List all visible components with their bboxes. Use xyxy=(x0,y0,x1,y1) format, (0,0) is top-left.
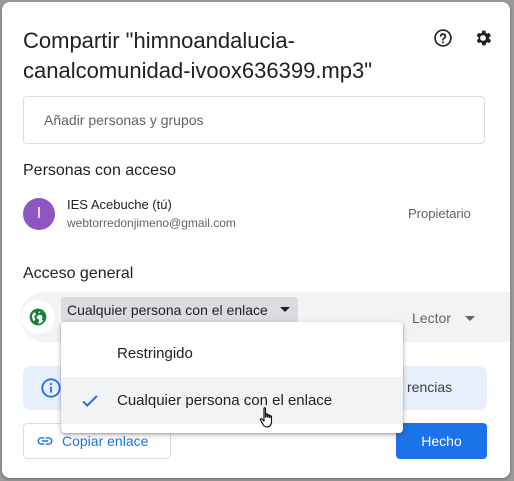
gear-icon xyxy=(476,30,492,46)
general-access-select[interactable]: Cualquier persona con el enlace xyxy=(61,297,298,322)
menu-item-anyone-with-link[interactable]: Cualquier persona con el enlace xyxy=(61,377,403,424)
access-role-select[interactable]: Lector xyxy=(412,310,475,326)
info-banner-text: rencias xyxy=(407,379,453,395)
people-section-title: Personas con acceso xyxy=(23,162,176,179)
menu-item-restricted[interactable]: Restringido xyxy=(61,330,403,377)
info-icon xyxy=(41,378,61,398)
menu-item-label: Cualquier persona con el enlace xyxy=(117,392,333,409)
general-access-menu: Restringido Cualquier persona con el enl… xyxy=(61,322,403,433)
share-dialog: Compartir "himnoandalucia-canalcomunidad… xyxy=(2,2,510,478)
add-people-input[interactable] xyxy=(23,96,485,144)
menu-item-label: Restringido xyxy=(117,345,193,362)
dialog-title: Compartir "himnoandalucia-canalcomunidad… xyxy=(23,28,373,83)
person-email: webtorredonjimeno@gmail.com xyxy=(67,216,236,230)
help-circle-icon xyxy=(434,29,452,47)
help-button[interactable] xyxy=(431,26,455,50)
globe-icon xyxy=(29,308,47,326)
person-name: IES Acebuche (tú) xyxy=(67,197,172,212)
settings-button[interactable] xyxy=(471,26,495,50)
owner-role-label: Propietario xyxy=(408,206,471,221)
general-access-selected: Cualquier persona con el enlace xyxy=(67,301,268,318)
hand-cursor-icon xyxy=(259,407,273,428)
caret-down-icon xyxy=(464,315,475,321)
copy-link-label: Copiar enlace xyxy=(62,433,149,449)
globe-icon-container xyxy=(21,300,55,334)
avatar: I xyxy=(23,198,55,230)
done-button[interactable]: Hecho xyxy=(396,423,487,459)
caret-down-icon xyxy=(279,307,290,312)
general-access-title: Acceso general xyxy=(23,265,134,282)
check-icon xyxy=(82,395,98,408)
link-icon xyxy=(37,437,53,445)
access-role-label: Lector xyxy=(412,310,451,326)
